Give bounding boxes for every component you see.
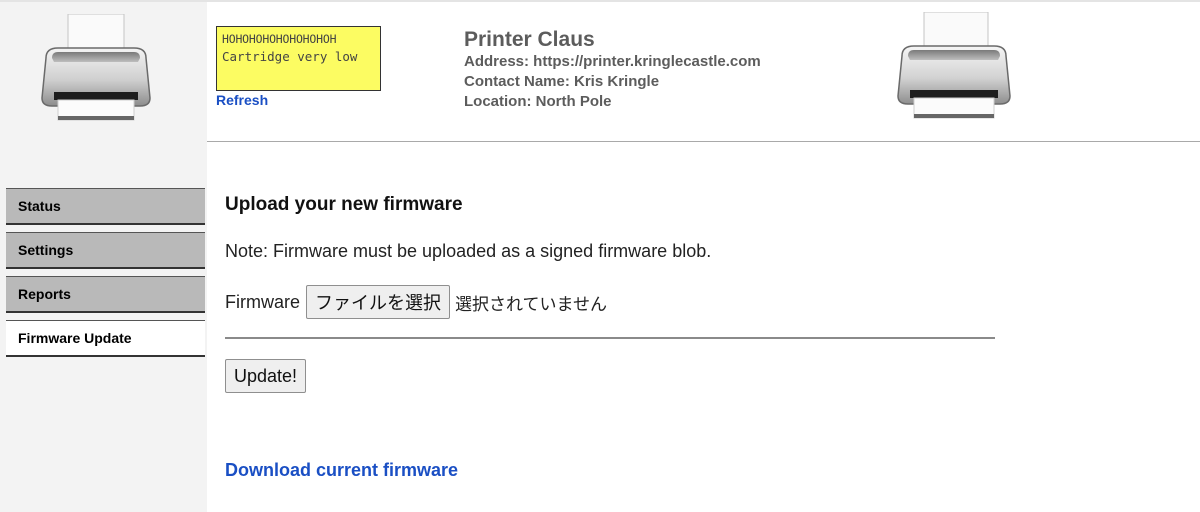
- page-title: Upload your new firmware: [225, 194, 463, 215]
- choose-file-button[interactable]: ファイルを選択: [306, 285, 450, 319]
- firmware-note: Note: Firmware must be uploaded as a sig…: [225, 241, 712, 261]
- left-sidebar: Status Settings Reports Firmware Update: [0, 2, 207, 512]
- printer-info: Printer Claus Address: https://printer.k…: [464, 28, 761, 112]
- file-status-text: 選択されていません: [455, 294, 607, 315]
- nav-item-reports[interactable]: Reports: [6, 276, 205, 313]
- lcd-line-2: Cartridge very low: [222, 49, 358, 64]
- lcd-line-1: HOHOHOHOHOHOHOHOH: [222, 32, 337, 46]
- printer-icon: [897, 12, 1011, 119]
- nav-item-firmware-update[interactable]: Firmware Update: [6, 320, 205, 357]
- printer-address: Address: https://printer.kringlecastle.c…: [464, 53, 761, 70]
- form-divider: [225, 337, 995, 339]
- nav-item-settings[interactable]: Settings: [6, 232, 205, 269]
- download-firmware-link[interactable]: Download current firmware: [225, 460, 458, 481]
- firmware-label: Firmware: [225, 291, 300, 312]
- firmware-file-row: Firmware ファイルを選択 選択されていません: [225, 284, 607, 320]
- main-content: Upload your new firmware Note: Firmware …: [225, 142, 1200, 512]
- printer-location: Location: North Pole: [464, 93, 612, 110]
- sidebar-nav: Status Settings Reports Firmware Update: [6, 188, 205, 364]
- printer-name: Printer Claus: [464, 28, 595, 51]
- printer-icon: [41, 14, 151, 121]
- printer-contact: Contact Name: Kris Kringle: [464, 73, 660, 90]
- refresh-link[interactable]: Refresh: [216, 92, 268, 108]
- nav-item-status[interactable]: Status: [6, 188, 205, 225]
- update-button[interactable]: Update!: [225, 359, 307, 393]
- printer-lcd-display: HOHOHOHOHOHOHOHOH Cartridge very low: [216, 26, 381, 91]
